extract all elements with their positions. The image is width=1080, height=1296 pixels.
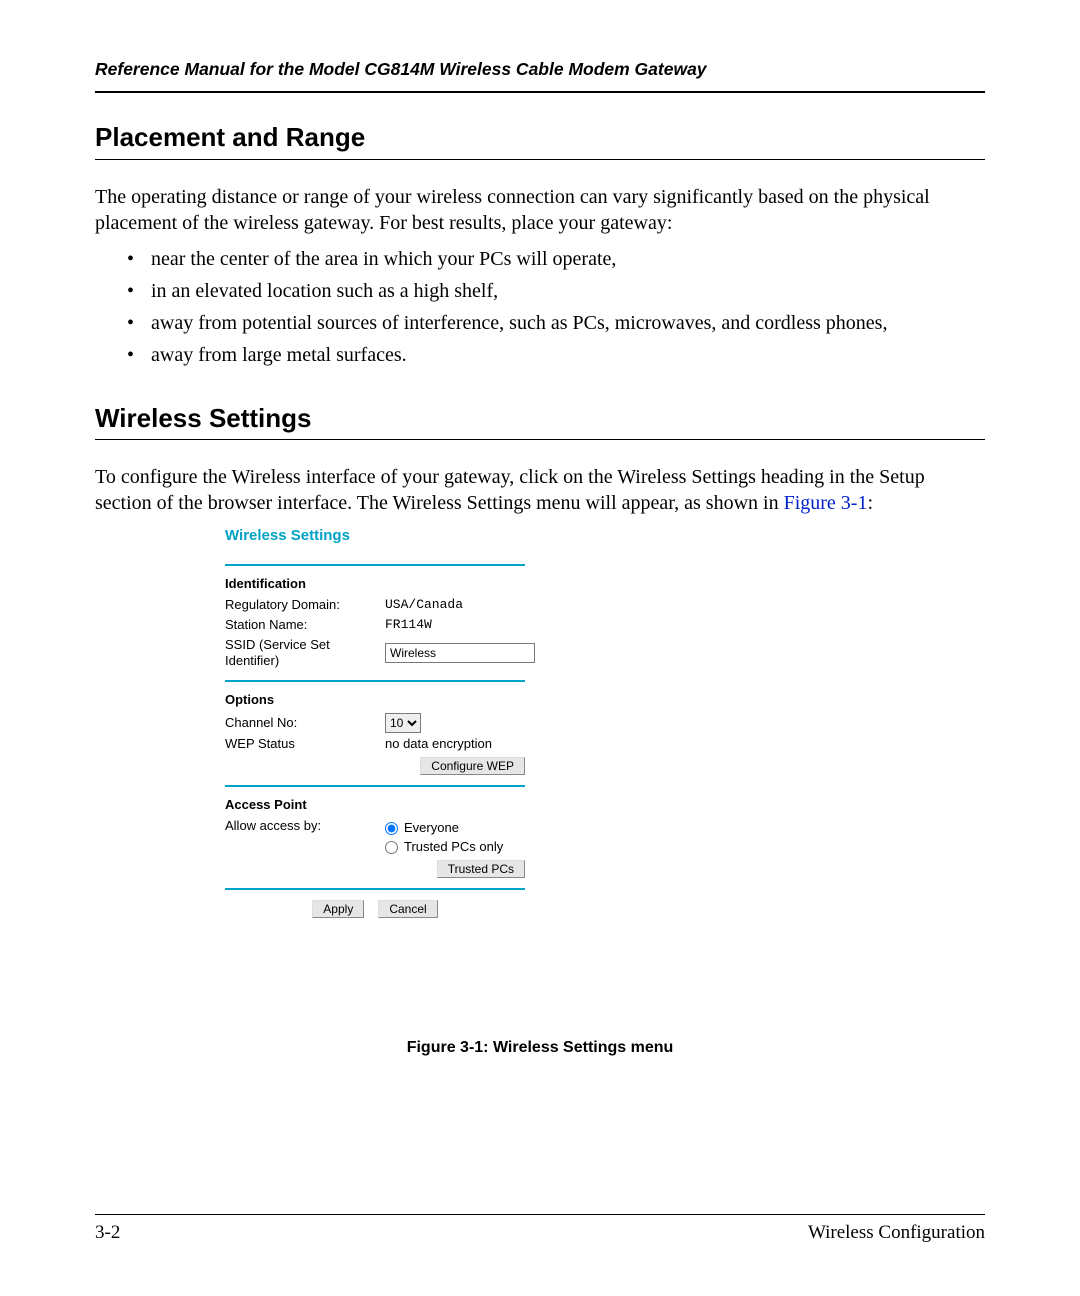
- allow-everyone-label: Everyone: [404, 820, 459, 837]
- wep-status-value: no data encryption: [385, 736, 665, 753]
- regulatory-domain-label: Regulatory Domain:: [225, 597, 385, 614]
- ssid-label: SSID (Service Set Identifier): [225, 637, 385, 671]
- channel-select[interactable]: 10: [385, 713, 421, 733]
- figure-divider: [225, 888, 525, 890]
- page-number: 3-2: [95, 1221, 120, 1246]
- figure-wireless-settings: Wireless Settings Identification Regulat…: [225, 526, 665, 917]
- figure-crossref-link[interactable]: Figure 3-1: [784, 492, 868, 514]
- heading-wireless-settings: Wireless Settings: [95, 402, 985, 436]
- allow-trusted-radio[interactable]: [385, 841, 398, 854]
- figure-caption: Figure 3-1: Wireless Settings menu: [95, 1038, 985, 1059]
- paragraph-intro: The operating distance or range of your …: [95, 184, 985, 236]
- apply-button[interactable]: Apply: [312, 900, 364, 918]
- station-name-value: FR114W: [385, 617, 665, 634]
- rule: [95, 439, 985, 440]
- rule: [95, 159, 985, 160]
- page-footer: 3-2 Wireless Configuration: [95, 1214, 985, 1246]
- list-item: near the center of the area in which you…: [133, 246, 985, 272]
- access-point-heading: Access Point: [225, 797, 665, 814]
- figure-divider: [225, 680, 525, 682]
- placement-bullet-list: near the center of the area in which you…: [95, 246, 985, 368]
- running-header: Reference Manual for the Model CG814M Wi…: [95, 58, 985, 93]
- allow-access-label: Allow access by:: [225, 818, 385, 835]
- ssid-input[interactable]: [385, 643, 535, 663]
- regulatory-domain-value: USA/Canada: [385, 597, 665, 614]
- text: :: [867, 492, 873, 514]
- station-name-label: Station Name:: [225, 617, 385, 634]
- trusted-pcs-button[interactable]: Trusted PCs: [437, 860, 525, 878]
- figure-title: Wireless Settings: [225, 526, 665, 546]
- list-item: away from large metal surfaces.: [133, 342, 985, 368]
- channel-label: Channel No:: [225, 715, 385, 732]
- allow-trusted-label: Trusted PCs only: [404, 839, 503, 856]
- allow-everyone-radio[interactable]: [385, 822, 398, 835]
- footer-section-title: Wireless Configuration: [808, 1221, 985, 1246]
- wep-status-label: WEP Status: [225, 736, 385, 753]
- identification-heading: Identification: [225, 576, 665, 593]
- footer-rule: [95, 1214, 985, 1215]
- cancel-button[interactable]: Cancel: [378, 900, 437, 918]
- list-item: in an elevated location such as a high s…: [133, 278, 985, 304]
- configure-wep-button[interactable]: Configure WEP: [420, 757, 525, 775]
- options-heading: Options: [225, 692, 665, 709]
- heading-placement-range: Placement and Range: [95, 121, 985, 155]
- figure-divider: [225, 785, 525, 787]
- figure-divider: [225, 564, 525, 566]
- list-item: away from potential sources of interfere…: [133, 310, 985, 336]
- paragraph-wireless-intro: To configure the Wireless interface of y…: [95, 464, 985, 516]
